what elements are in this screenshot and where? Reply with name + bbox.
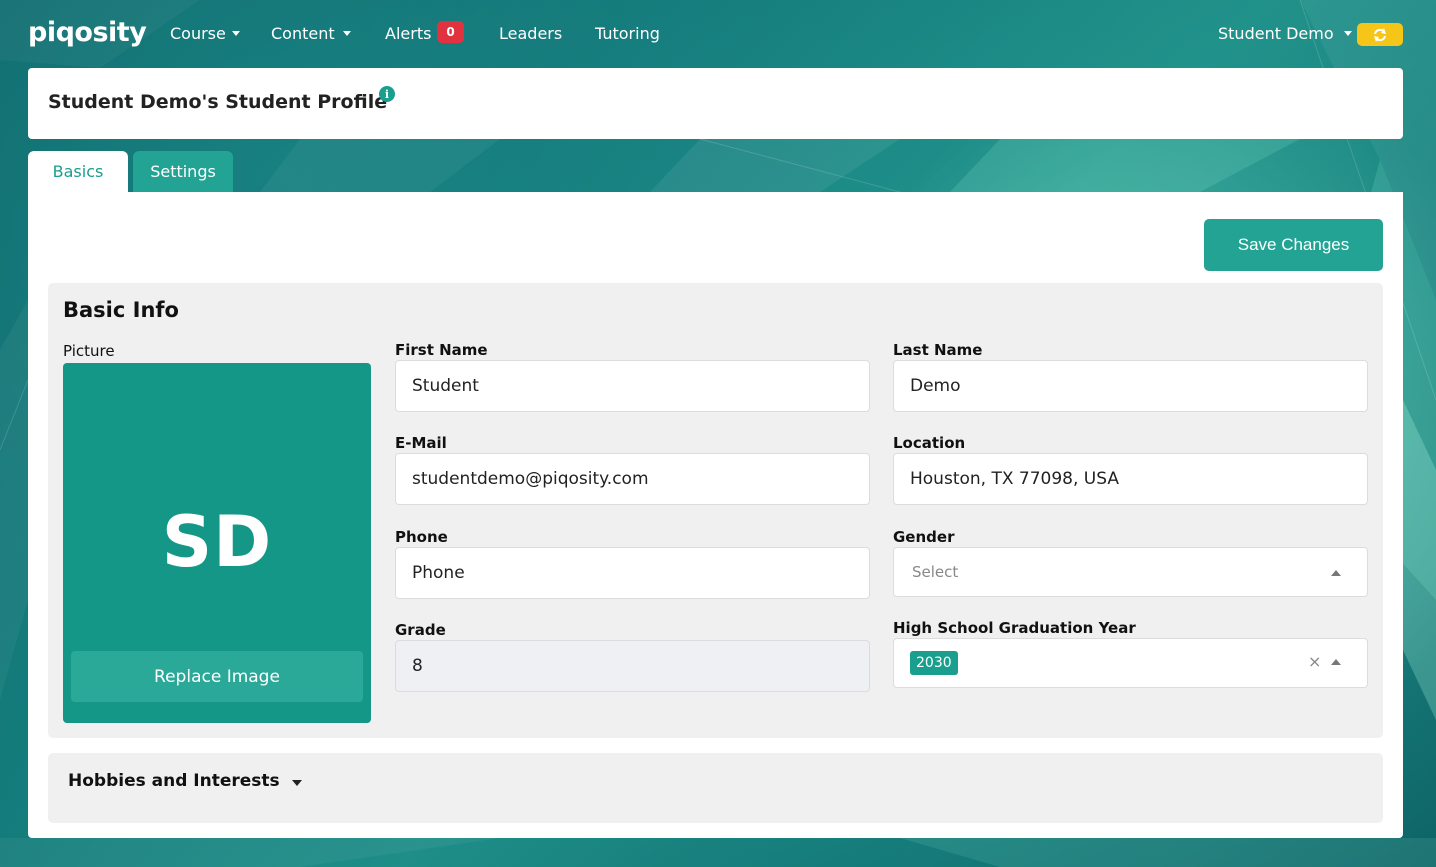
tab-settings-label: Settings xyxy=(150,162,216,181)
refresh-icon xyxy=(1374,27,1386,42)
nav-alerts[interactable]: Alerts 0 xyxy=(385,21,464,43)
last-name-field[interactable]: Demo xyxy=(893,360,1368,412)
nav-course[interactable]: Course xyxy=(170,24,240,43)
sync-button[interactable] xyxy=(1357,23,1403,46)
nav-tutoring-label: Tutoring xyxy=(595,24,660,43)
tab-settings[interactable]: Settings xyxy=(133,151,233,192)
chevron-down-icon xyxy=(1343,31,1352,36)
hobbies-section: Hobbies and Interests xyxy=(48,753,1383,823)
profile-header-card: Student Demo's Student Profile i xyxy=(28,68,1403,139)
phone-label: Phone xyxy=(395,528,448,546)
info-icon[interactable]: i xyxy=(379,86,395,102)
graduation-year-label: High School Graduation Year xyxy=(893,619,1136,637)
profile-main-card: Save Changes Basic Info Picture SD Repla… xyxy=(28,192,1403,838)
first-name-label: First Name xyxy=(395,341,488,359)
first-name-field[interactable]: Student xyxy=(395,360,870,412)
avatar: SD Replace Image xyxy=(63,363,371,723)
hobbies-toggle[interactable]: Hobbies and Interests xyxy=(68,771,302,791)
grade-label: Grade xyxy=(395,621,446,639)
save-changes-button[interactable]: Save Changes xyxy=(1204,219,1383,271)
user-menu-label: Student Demo xyxy=(1218,24,1334,43)
avatar-initials: SD xyxy=(161,501,273,583)
chevron-down-icon xyxy=(231,31,240,36)
top-navbar: piqosity Course Content Alerts 0 Leaders… xyxy=(0,0,1436,68)
phone-field[interactable]: Phone xyxy=(395,547,870,599)
graduation-year-select[interactable]: 2030 × xyxy=(893,638,1368,688)
location-field[interactable]: Houston, TX 77098, USA xyxy=(893,453,1368,505)
nav-leaders[interactable]: Leaders xyxy=(499,24,562,43)
clear-icon[interactable]: × xyxy=(1308,652,1321,671)
info-icon-glyph: i xyxy=(384,87,390,101)
location-label: Location xyxy=(893,434,966,452)
grade-field: 8 xyxy=(395,640,870,692)
page-title: Student Demo's Student Profile xyxy=(48,91,388,113)
user-menu[interactable]: Student Demo xyxy=(1218,24,1352,43)
tab-basics[interactable]: Basics xyxy=(28,151,128,192)
email-label: E-Mail xyxy=(395,434,447,452)
section-title: Basic Info xyxy=(63,298,179,322)
email-field[interactable]: studentdemo@piqosity.com xyxy=(395,453,870,505)
nav-alerts-label: Alerts xyxy=(385,24,432,43)
chevron-down-icon xyxy=(291,779,302,786)
gender-label: Gender xyxy=(893,528,955,546)
brand-logo[interactable]: piqosity xyxy=(28,17,147,48)
picture-label: Picture xyxy=(63,342,115,360)
nav-content-label: Content xyxy=(271,24,335,43)
nav-leaders-label: Leaders xyxy=(499,24,563,43)
tab-basics-label: Basics xyxy=(52,162,104,181)
chevron-up-icon xyxy=(1331,570,1341,576)
nav-content[interactable]: Content xyxy=(271,24,351,43)
nav-tutoring[interactable]: Tutoring xyxy=(595,24,660,43)
basic-info-section: Basic Info Picture SD Replace Image Firs… xyxy=(48,283,1383,738)
gender-select[interactable]: Select xyxy=(893,547,1368,597)
chevron-down-icon xyxy=(342,31,351,36)
alerts-count-badge: 0 xyxy=(437,21,464,43)
nav-course-label: Course xyxy=(170,24,226,43)
last-name-label: Last Name xyxy=(893,341,983,359)
gender-placeholder: Select xyxy=(912,563,959,581)
replace-image-button[interactable]: Replace Image xyxy=(71,651,363,702)
hobbies-title: Hobbies and Interests xyxy=(68,771,280,791)
graduation-year-chip[interactable]: 2030 xyxy=(910,651,958,675)
chevron-up-icon xyxy=(1331,659,1341,665)
